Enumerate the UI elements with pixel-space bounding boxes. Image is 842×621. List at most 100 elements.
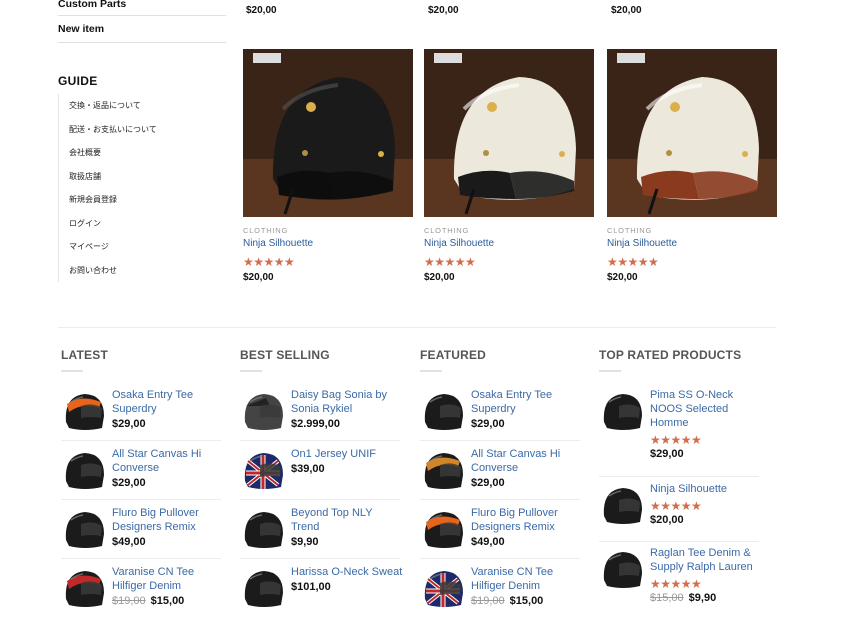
price-value: $9,90 — [291, 536, 319, 548]
product-name[interactable]: Raglan Tee Denim & Supply Ralph Lauren — [650, 546, 762, 574]
price-value: $15,00 — [509, 595, 544, 607]
product-price: $19,00 $15,00 — [112, 595, 224, 607]
guide-item-stores[interactable]: 取扱店舗 — [59, 165, 226, 189]
product-price: $20,00 — [650, 514, 762, 526]
product-name[interactable]: Varanise CN Tee Hilfiger Denim — [471, 565, 583, 593]
product-price: $49,00 — [471, 536, 583, 548]
product-price: $19,00 $15,00 — [471, 595, 583, 607]
widget-title: BEST SELLING — [240, 348, 330, 362]
product-thumbnail[interactable] — [599, 546, 645, 592]
product-price: $2.999,00 — [291, 418, 403, 430]
product-name[interactable]: Pima SS O-Neck NOOS Selected Homme — [650, 388, 762, 430]
product-price: $29,00 — [112, 477, 224, 489]
product-name[interactable]: Ninja Silhouette — [607, 238, 777, 249]
divider — [420, 558, 580, 559]
product-thumbnail[interactable] — [420, 565, 466, 611]
divider — [599, 541, 759, 542]
guide-item-returns[interactable]: 交換・返品について — [59, 94, 226, 118]
divider — [61, 440, 221, 441]
product-category[interactable]: CLOTHING — [424, 226, 594, 235]
sidebar-category-custom-parts[interactable]: Custom Parts — [58, 0, 126, 10]
star-rating: ★★★★★ — [424, 255, 476, 269]
product-price: $39,00 — [291, 463, 403, 475]
product-name[interactable]: Ninja Silhouette — [424, 238, 594, 249]
old-price: $19,00 — [471, 595, 505, 607]
product-price: $20,00 — [243, 272, 274, 283]
helmet-image — [243, 49, 413, 217]
product-thumbnail[interactable] — [61, 565, 107, 611]
product-name[interactable]: Osaka Entry Tee Superdry — [112, 388, 224, 416]
guide-item-mypage[interactable]: マイページ — [59, 235, 226, 259]
product-name[interactable]: Osaka Entry Tee Superdry — [471, 388, 583, 416]
product-name[interactable]: Varanise CN Tee Hilfiger Denim — [112, 565, 224, 593]
product-category[interactable]: CLOTHING — [607, 226, 777, 235]
product-name[interactable]: Ninja Silhouette — [650, 482, 762, 496]
product-price: $9,90 — [291, 536, 403, 548]
product-thumbnail[interactable] — [240, 447, 286, 493]
product-name[interactable]: All Star Canvas Hi Converse — [112, 447, 224, 475]
title-underline — [61, 370, 83, 372]
divider — [240, 558, 400, 559]
product-thumbnail[interactable] — [240, 388, 286, 434]
section-divider — [58, 327, 776, 328]
product-image[interactable] — [607, 49, 777, 217]
product-name[interactable]: On1 Jersey UNIF — [291, 447, 403, 461]
price-value: $39,00 — [291, 463, 325, 475]
product-thumbnail[interactable] — [420, 447, 466, 493]
product-thumbnail[interactable] — [61, 388, 107, 434]
widget-title: FEATURED — [420, 348, 487, 362]
star-rating: ★★★★★ — [650, 577, 702, 591]
product-name[interactable]: All Star Canvas Hi Converse — [471, 447, 583, 475]
product-thumbnail[interactable] — [240, 565, 286, 611]
product-price: $20,00 — [611, 5, 642, 16]
product-thumbnail[interactable] — [61, 506, 107, 552]
guide-item-contact[interactable]: お問い合わせ — [59, 259, 226, 283]
product-thumbnail[interactable] — [599, 388, 645, 434]
product-name[interactable]: Fluro Big Pullover Designers Remix — [112, 506, 224, 534]
product-thumbnail[interactable] — [599, 482, 645, 528]
divider — [420, 499, 580, 500]
price-value: $29,00 — [650, 448, 684, 460]
widget-featured: FEATURED Osaka Entry Tee Superdry $29,00… — [420, 348, 580, 607]
product-thumbnail[interactable] — [420, 388, 466, 434]
old-price: $15,00 — [650, 592, 684, 604]
product-name[interactable]: Harissa O-Neck Sweat — [291, 565, 403, 579]
divider — [420, 440, 580, 441]
price-value: $2.999,00 — [291, 418, 340, 430]
price-value: $20,00 — [650, 514, 684, 526]
price-value: $29,00 — [112, 477, 146, 489]
product-name[interactable]: Fluro Big Pullover Designers Remix — [471, 506, 583, 534]
product-name[interactable]: Daisy Bag Sonia by Sonia Rykiel — [291, 388, 403, 416]
guide-item-login[interactable]: ログイン — [59, 212, 226, 236]
product-card[interactable]: CLOTHING Ninja Silhouette ★★★★★ $20,00 — [243, 49, 413, 283]
product-name[interactable]: Beyond Top NLY Trend — [291, 506, 403, 534]
product-image[interactable] — [243, 49, 413, 217]
product-price: $29,00 — [471, 418, 583, 430]
product-name[interactable]: Ninja Silhouette — [243, 238, 413, 249]
product-thumbnail[interactable] — [61, 447, 107, 493]
guide-item-register[interactable]: 新規会員登録 — [59, 188, 226, 212]
product-category[interactable]: CLOTHING — [243, 226, 413, 235]
widget-top-rated: TOP RATED PRODUCTS Pima SS O-Neck NOOS S… — [599, 348, 759, 604]
title-underline — [240, 370, 262, 372]
guide-item-company[interactable]: 会社概要 — [59, 141, 226, 165]
sidebar-category-new-item[interactable]: New item — [58, 23, 104, 35]
price-value: $9,90 — [688, 592, 717, 604]
price-value: $101,00 — [291, 581, 331, 593]
price-value: $29,00 — [112, 418, 146, 430]
title-underline — [420, 370, 442, 372]
product-image[interactable] — [424, 49, 594, 217]
product-price: $29,00 — [471, 477, 583, 489]
guide-item-shipping[interactable]: 配送・お支払いについて — [59, 118, 226, 142]
star-rating: ★★★★★ — [650, 499, 702, 513]
product-price: $20,00 — [428, 5, 459, 16]
product-card[interactable]: CLOTHING Ninja Silhouette ★★★★★ $20,00 — [607, 49, 777, 283]
divider — [240, 440, 400, 441]
divider — [599, 476, 759, 477]
product-thumbnail[interactable] — [420, 506, 466, 552]
guide-title: GUIDE — [58, 74, 98, 88]
product-thumbnail[interactable] — [240, 506, 286, 552]
divider — [61, 558, 221, 559]
product-price: $29,00 — [650, 448, 762, 460]
product-card[interactable]: CLOTHING Ninja Silhouette ★★★★★ $20,00 — [424, 49, 594, 283]
